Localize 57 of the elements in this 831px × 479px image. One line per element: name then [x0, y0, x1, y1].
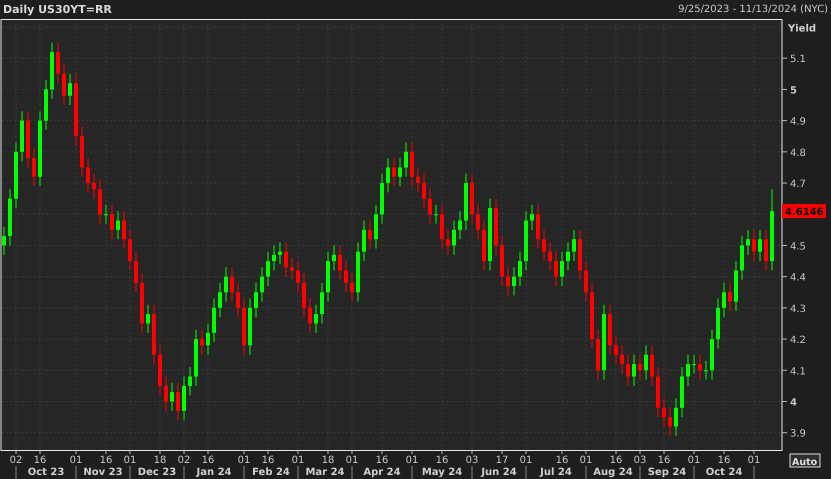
month-label: Dec 23 [138, 467, 176, 478]
axis-label: 01 [580, 455, 592, 466]
axis-label: 4 [790, 398, 797, 408]
axis-label: 4.5 [790, 241, 806, 252]
axis-label: 16 [376, 455, 388, 466]
axis-label: 5 [790, 85, 797, 96]
month-label: Apr 24 [363, 467, 401, 478]
axis-label: 16 [202, 455, 214, 466]
axis-label: 16 [34, 455, 46, 466]
axis-label: 03 [634, 455, 646, 466]
axis-label: 17 [496, 455, 508, 466]
month-label: Mar 24 [305, 467, 345, 478]
axis-label: 01 [520, 455, 532, 466]
month-label: Nov 23 [83, 467, 123, 478]
axis-label: 01 [292, 455, 304, 466]
axis-label: 16 [610, 455, 622, 466]
axis-label: 03 [466, 455, 478, 466]
axis-label: 3.9 [790, 428, 806, 440]
axis-label: 18 [322, 455, 334, 466]
axis-label: 01 [70, 455, 82, 466]
month-label: May 24 [422, 467, 462, 478]
chart-title: Daily US30YT=RR [3, 3, 112, 16]
axis-label: 4.8 [790, 148, 806, 159]
axis-label: 5.1 [790, 54, 806, 66]
month-label: Sep 24 [648, 467, 686, 478]
axis-label: 01 [124, 455, 136, 466]
axis-label: 16 [262, 455, 274, 466]
axis-label: 02 [178, 455, 190, 466]
axis-label: 18 [154, 455, 166, 466]
axis-label: 4.2 [790, 335, 806, 346]
month-label: Oct 23 [28, 467, 64, 478]
axis-label: 4.9 [790, 116, 806, 128]
axis-label: 16 [718, 455, 730, 466]
axis-label: 01 [238, 455, 250, 466]
axis-label: 16 [100, 455, 112, 466]
axis-label: 16 [556, 455, 568, 466]
axis-label: 16 [436, 455, 448, 466]
axis-label: 02 [10, 455, 22, 466]
month-label: Jun 24 [481, 467, 517, 478]
auto-button[interactable]: Auto [790, 454, 820, 468]
axis-label: 4.1 [790, 366, 806, 378]
month-label: Oct 24 [706, 467, 742, 478]
month-label: Jul 24 [540, 467, 572, 478]
axis-label: 01 [406, 455, 418, 466]
axis-label: 01 [748, 455, 760, 466]
axis-label: 01 [346, 455, 358, 466]
axis-label: 4.4 [790, 272, 806, 284]
date-range: 9/25/2023 - 11/13/2024 (NYC) [678, 4, 828, 15]
axis-label: 4.7 [790, 179, 806, 190]
axis-label: 16 [658, 455, 670, 466]
axis-label: 01 [688, 455, 700, 466]
month-label: Jan 24 [196, 467, 232, 478]
axis-label: 4.3 [790, 304, 806, 315]
last-price-tag: 4.6146 [782, 204, 826, 218]
month-label: Aug 24 [593, 467, 633, 478]
axis-title: Yield [788, 23, 816, 34]
month-label: Feb 24 [252, 467, 290, 478]
